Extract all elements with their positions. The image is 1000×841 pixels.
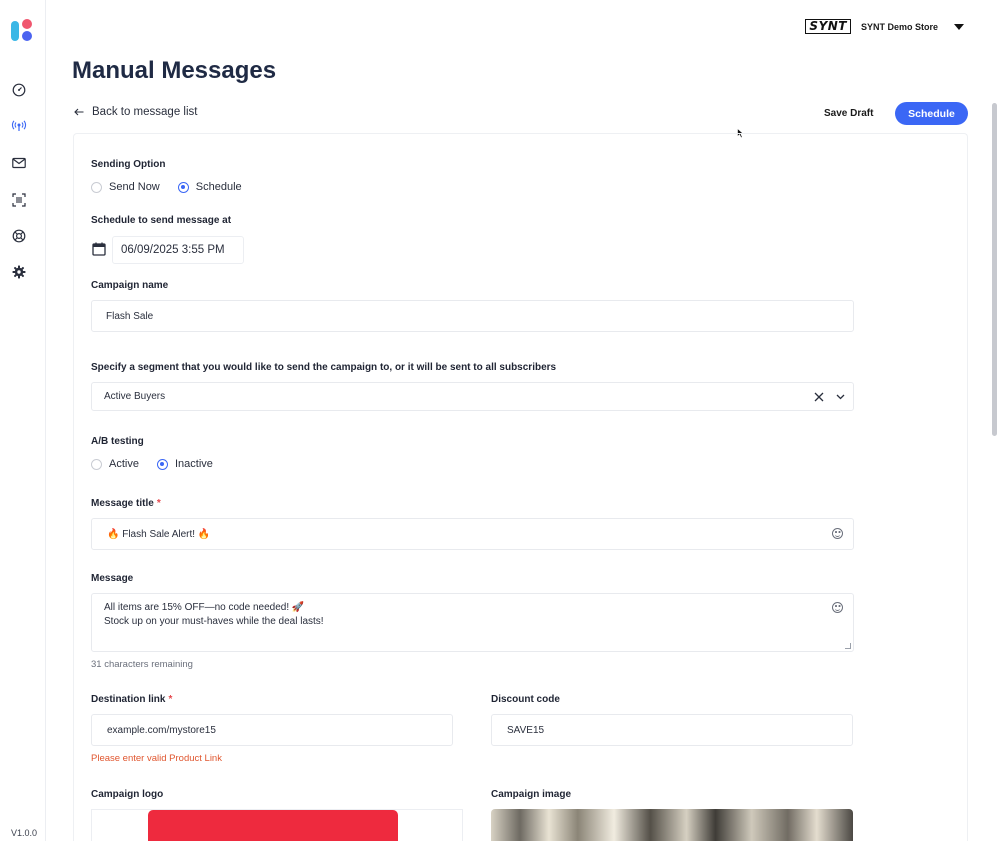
destination-link-error: Please enter valid Product Link (91, 753, 222, 764)
segment-select[interactable]: Active Buyers (91, 382, 854, 411)
campaign-logo-preview (148, 810, 398, 841)
segment-label: Specify a segment that you would like to… (91, 362, 557, 373)
resize-handle-icon[interactable] (845, 643, 851, 649)
back-link[interactable]: Back to message list (74, 106, 197, 118)
ab-testing-label: A/B testing (91, 436, 144, 447)
save-draft-button[interactable]: Save Draft (815, 102, 882, 124)
schedule-datetime-input[interactable]: 06/09/2025 3:55 PM (112, 236, 244, 264)
schedule-datetime-field[interactable]: 06/09/2025 3:55 PM (91, 236, 244, 264)
radio-send-now[interactable]: Send Now (91, 181, 160, 193)
emoji-picker-icon[interactable] (832, 528, 843, 539)
radio-ab-inactive[interactable]: Inactive (156, 458, 213, 470)
ab-testing-group: Active Inactive (91, 458, 231, 470)
scan-icon[interactable] (10, 191, 28, 209)
broadcast-icon[interactable] (10, 117, 28, 135)
sending-option-group: Send Now Schedule (91, 181, 260, 193)
radio-unchecked-icon (91, 181, 102, 193)
radio-ab-inactive-label: Inactive (174, 458, 213, 470)
destination-link-input[interactable]: example.com/mystore15 (91, 714, 453, 746)
radio-unchecked-icon (91, 458, 102, 470)
campaign-logo-label: Campaign logo (91, 789, 164, 800)
radio-schedule-label: Schedule (195, 181, 242, 193)
sending-option-label: Sending Option (91, 159, 166, 170)
calendar-icon[interactable] (92, 242, 106, 256)
campaign-name-label: Campaign name (91, 280, 169, 291)
page-scrollbar[interactable] (992, 103, 997, 436)
required-mark: * (168, 694, 173, 705)
dashboard-icon[interactable] (10, 81, 28, 99)
schedule-at-label: Schedule to send message at (91, 215, 232, 226)
discount-code-label: Discount code (491, 694, 560, 705)
discount-code-input[interactable]: SAVE15 (491, 714, 853, 746)
app-logo[interactable] (11, 19, 33, 43)
schedule-button[interactable]: Schedule (895, 102, 968, 125)
caret-down-icon[interactable] (954, 23, 964, 30)
radio-schedule[interactable]: Schedule (177, 181, 242, 193)
required-mark: * (156, 498, 161, 509)
segment-selected-value: Active Buyers (104, 391, 166, 402)
store-switcher[interactable]: SYNT SYNT Demo Store (805, 19, 964, 34)
message-line-2: Stock up on your must-haves while the de… (104, 616, 324, 627)
arrow-left-icon (74, 108, 84, 116)
radio-checked-icon (156, 458, 168, 470)
message-title-value: 🔥 Flash Sale Alert! 🔥 (107, 528, 211, 540)
mail-icon[interactable] (10, 154, 28, 172)
message-line-1: All items are 15% OFF—no code needed! 🚀 (104, 602, 305, 613)
campaign-image-preview[interactable] (491, 809, 853, 841)
radio-ab-active[interactable]: Active (91, 458, 139, 470)
campaign-name-input[interactable]: Flash Sale (91, 300, 854, 332)
store-logo: SYNT (805, 19, 851, 34)
radio-ab-active-label: Active (109, 458, 139, 470)
app-version: V1.0.0 (11, 828, 38, 838)
page-title: Manual Messages (72, 57, 277, 84)
store-name: SYNT Demo Store (860, 21, 938, 32)
sidebar: V1.0.0 (0, 0, 46, 841)
help-icon[interactable] (10, 227, 28, 245)
radio-send-now-label: Send Now (109, 181, 160, 193)
chevron-down-icon[interactable] (836, 394, 845, 400)
radio-checked-icon (177, 181, 189, 193)
destination-link-label: Destination link * (91, 694, 173, 705)
characters-remaining: 31 characters remaining (91, 659, 193, 670)
settings-icon[interactable] (10, 263, 28, 281)
message-textarea[interactable]: All items are 15% OFF—no code needed! 🚀 … (91, 593, 854, 652)
message-title-label: Message title * (91, 498, 161, 509)
topbar: SYNT SYNT Demo Store (46, 0, 1000, 50)
clear-icon[interactable] (814, 392, 824, 402)
emoji-picker-icon[interactable] (832, 602, 843, 613)
message-label: Message (91, 573, 134, 584)
campaign-image-label: Campaign image (491, 789, 572, 800)
message-title-input[interactable]: 🔥 Flash Sale Alert! 🔥 (91, 518, 854, 550)
back-link-label: Back to message list (92, 106, 198, 118)
